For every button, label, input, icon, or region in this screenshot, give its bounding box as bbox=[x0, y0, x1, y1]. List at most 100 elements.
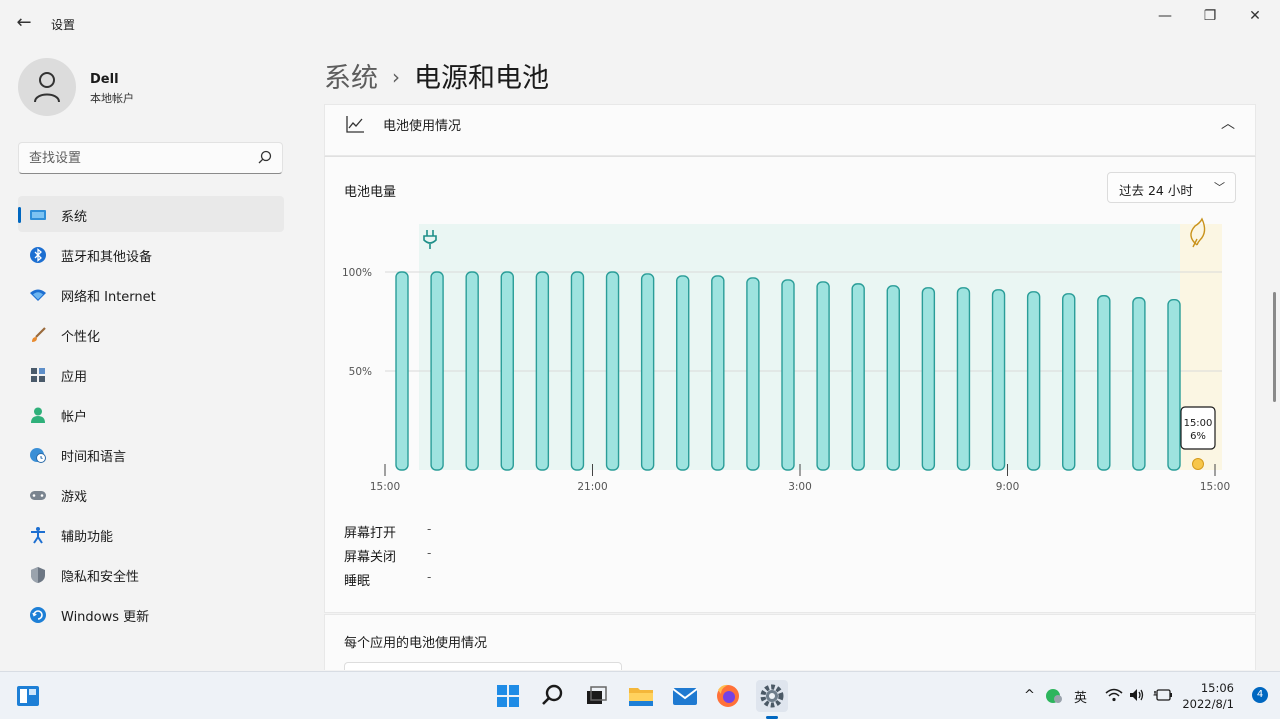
battery-level-bar bbox=[676, 275, 690, 471]
sidebar-item-accounts[interactable]: 帐户 bbox=[18, 396, 284, 432]
file-explorer-button[interactable] bbox=[625, 680, 657, 712]
avatar bbox=[18, 58, 76, 116]
battery-level-bar bbox=[395, 271, 409, 471]
battery-level-bar bbox=[711, 275, 725, 471]
active-indicator bbox=[18, 207, 21, 223]
start-button[interactable] bbox=[492, 680, 524, 712]
battery-level-chart: 50% 100% 15:00 21:00 3:00 9:00 15:00 15:00 6% bbox=[342, 217, 1230, 493]
app-filter-box[interactable] bbox=[344, 662, 622, 670]
stat-screen-on: 屏幕打开 - bbox=[344, 522, 431, 546]
search-icon[interactable] bbox=[258, 150, 272, 164]
taskbar: ^ 英 15:06 2022/8/1 4 bbox=[0, 671, 1280, 719]
maximize-button[interactable]: ❐ bbox=[1195, 6, 1225, 26]
bluetooth-icon bbox=[30, 247, 46, 263]
sidebar-item-bluetooth[interactable]: 蓝牙和其他设备 bbox=[18, 236, 284, 272]
battery-level-bar bbox=[1026, 291, 1041, 471]
clock-time: 15:06 bbox=[1200, 681, 1234, 695]
volume-icon[interactable] bbox=[1128, 688, 1146, 702]
shield-icon bbox=[31, 567, 45, 583]
battery-level-bar bbox=[956, 287, 971, 471]
sidebar-item-apps[interactable]: 应用 bbox=[18, 356, 284, 392]
tooltip-time: 15:00 bbox=[1184, 418, 1213, 429]
usage-stats: 屏幕打开 - 屏幕关闭 - 睡眠 - bbox=[344, 522, 431, 594]
sidebar-item-accessibility[interactable]: 辅助功能 bbox=[18, 516, 284, 552]
sidebar-item-personalization[interactable]: 个性化 bbox=[18, 316, 284, 352]
y-tick-label: 100% bbox=[342, 267, 372, 279]
breadcrumb-separator: › bbox=[392, 65, 400, 89]
battery-level-bar bbox=[991, 289, 1006, 471]
firefox-button[interactable] bbox=[712, 680, 744, 712]
sidebar-item-label: 应用 bbox=[61, 370, 88, 385]
sidebar-item-label: 隐私和安全性 bbox=[61, 570, 140, 585]
period-value: 过去 24 小时 bbox=[1119, 183, 1193, 198]
widgets-button[interactable] bbox=[12, 680, 44, 712]
x-tick-label: 9:00 bbox=[996, 481, 1020, 493]
sidebar-item-windows-update[interactable]: Windows 更新 bbox=[18, 596, 284, 632]
settings-taskbar-button[interactable] bbox=[756, 680, 788, 712]
wifi-icon[interactable] bbox=[1105, 688, 1123, 702]
tooltip-percent: 6% bbox=[1190, 431, 1206, 442]
sidebar-item-system[interactable]: 系统 bbox=[18, 196, 284, 232]
battery-level-title: 电池电量 bbox=[344, 185, 397, 200]
stat-sleep: 睡眠 - bbox=[344, 570, 431, 594]
display-icon bbox=[30, 210, 46, 220]
sidebar-item-network[interactable]: 网络和 Internet bbox=[18, 276, 284, 312]
battery-usage-header[interactable]: 电池使用情况 ︿ bbox=[324, 104, 1256, 156]
globe-clock-icon bbox=[30, 448, 46, 463]
search-icon bbox=[542, 684, 563, 705]
tray-app-icon[interactable] bbox=[1045, 688, 1063, 704]
x-tick-label: 15:00 bbox=[370, 481, 400, 493]
sidebar-item-label: 网络和 Internet bbox=[61, 290, 156, 305]
settings-icon bbox=[760, 684, 784, 708]
clock-date: 2022/8/1 bbox=[1182, 697, 1234, 711]
battery-level-bar bbox=[535, 271, 550, 471]
sidebar-item-gaming[interactable]: 游戏 bbox=[18, 476, 284, 512]
battery-level-bar bbox=[570, 271, 585, 471]
breadcrumb-current: 电源和电池 bbox=[414, 63, 549, 94]
search-box[interactable] bbox=[18, 142, 283, 174]
battery-icon[interactable] bbox=[1153, 689, 1173, 701]
sidebar-item-label: 辅助功能 bbox=[61, 530, 114, 545]
stat-value: - bbox=[427, 522, 432, 536]
scrollbar[interactable] bbox=[1273, 292, 1276, 402]
start-icon bbox=[497, 685, 519, 707]
ime-indicator[interactable]: 英 bbox=[1074, 687, 1087, 706]
main-content: 电池使用情况 ︿ 电池电量 过去 24 小时 ﹀ 50% 100% 15:00 21:… bbox=[324, 104, 1256, 670]
battery-level-bar bbox=[816, 281, 830, 471]
chevron-up-icon[interactable]: ︿ bbox=[1221, 113, 1235, 133]
breadcrumb-system[interactable]: 系统 bbox=[324, 63, 378, 94]
stat-screen-off: 屏幕关闭 - bbox=[344, 546, 431, 570]
title-bar: ← 设置 — ❐ ✕ bbox=[0, 0, 1280, 46]
file-explorer-icon bbox=[629, 688, 653, 706]
tray-overflow-button[interactable]: ^ bbox=[1024, 688, 1035, 703]
sidebar-item-time-language[interactable]: 时间和语言 bbox=[18, 436, 284, 472]
close-button[interactable]: ✕ bbox=[1240, 6, 1270, 26]
minimize-button[interactable]: — bbox=[1150, 6, 1180, 26]
back-button[interactable]: ← bbox=[14, 12, 34, 34]
user-profile[interactable]: Dell 本地帐户 bbox=[18, 58, 278, 118]
sidebar-item-label: 时间和语言 bbox=[61, 450, 127, 465]
taskview-button[interactable] bbox=[580, 680, 612, 712]
search-taskbar-button[interactable] bbox=[536, 680, 568, 712]
search-input[interactable] bbox=[19, 143, 239, 173]
clock[interactable]: 15:06 2022/8/1 bbox=[1182, 680, 1234, 712]
sidebar-item-privacy[interactable]: 隐私和安全性 bbox=[18, 556, 284, 592]
sidebar-item-label: 蓝牙和其他设备 bbox=[61, 250, 153, 265]
user-name: Dell bbox=[90, 72, 119, 87]
battery-level-bar bbox=[640, 273, 655, 471]
line-chart-icon bbox=[346, 116, 364, 133]
mail-button[interactable] bbox=[669, 680, 701, 712]
notification-badge[interactable]: 4 bbox=[1252, 687, 1268, 703]
stat-value: - bbox=[427, 546, 432, 560]
x-tick-label: 3:00 bbox=[788, 481, 812, 493]
stat-label: 屏幕关闭 bbox=[344, 550, 397, 565]
battery-level-bar bbox=[500, 271, 514, 471]
battery-level-bar bbox=[886, 285, 900, 471]
gamepad-icon bbox=[30, 491, 46, 500]
period-dropdown[interactable]: 过去 24 小时 ﹀ bbox=[1107, 172, 1236, 203]
mail-icon bbox=[672, 688, 698, 705]
chevron-down-icon: ﹀ bbox=[1214, 181, 1225, 194]
sidebar-nav: 系统 蓝牙和其他设备 网络和 Internet 个性化 应用 帐户 时间和语言 … bbox=[18, 196, 284, 636]
sidebar-item-label: 游戏 bbox=[61, 490, 88, 505]
battery-level-bar bbox=[465, 271, 479, 471]
